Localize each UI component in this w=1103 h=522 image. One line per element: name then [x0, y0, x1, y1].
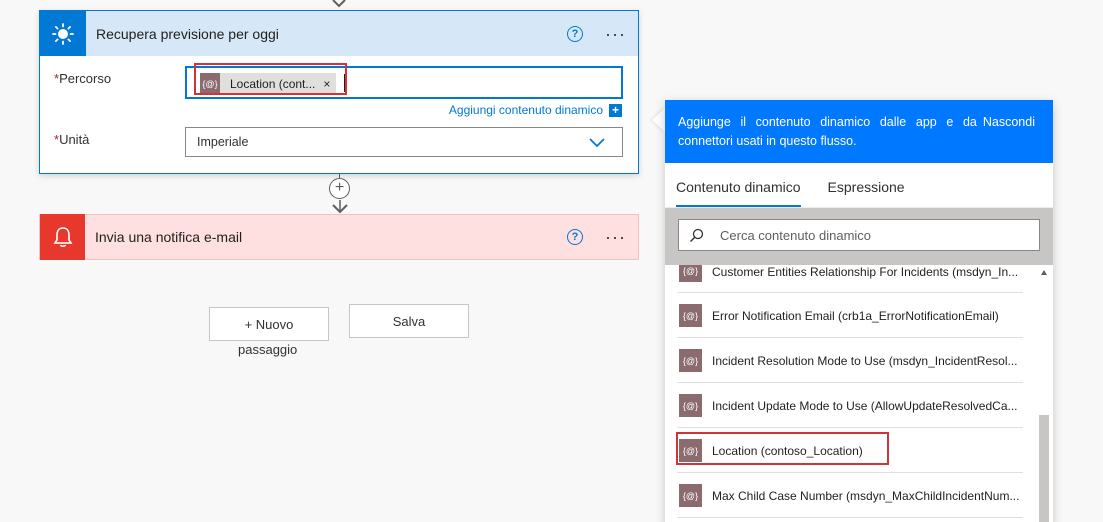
list-item-label: Incident Update Mode to Use (AllowUpdate…: [712, 398, 1018, 413]
panel-tabs: Contenuto dinamico Espressione: [665, 163, 1053, 208]
weather-card-header[interactable]: Recupera previsione per oggi ? ···: [40, 11, 638, 56]
new-step-label-second-line: passaggio: [238, 342, 298, 357]
dynamic-content-list: {@} Customer Entities Relationship For I…: [665, 265, 1037, 518]
panel-hide-link[interactable]: Nascondi: [983, 113, 1035, 132]
scroll-thumb[interactable]: [1039, 415, 1049, 522]
panel-pointer: [652, 108, 665, 132]
sun-icon: [40, 11, 86, 56]
search-placeholder: Cerca contenuto dinamico: [720, 227, 872, 243]
panel-info-banner: Nascondi Aggiunge il contenuto dinamico …: [665, 100, 1053, 163]
scroll-up-icon[interactable]: [1041, 270, 1047, 275]
dynamic-content-icon: {@}: [679, 265, 702, 282]
add-dynamic-content-link[interactable]: Aggiungi contenuto dinamico +: [449, 103, 622, 117]
highlight-box-location-item: [676, 432, 889, 465]
highlight-box-token: [194, 63, 347, 95]
help-icon[interactable]: ?: [567, 229, 584, 245]
notify-action-card[interactable]: Invia una notifica e-mail ? ···: [39, 214, 639, 260]
panel-scrollbar[interactable]: [1037, 265, 1051, 522]
path-label-text: Percorso: [59, 71, 112, 86]
tab-dynamic-content[interactable]: Contenuto dinamico: [676, 179, 801, 207]
connector-arrow-icon: [332, 0, 346, 8]
weather-action-card: Recupera previsione per oggi ? ··· *Perc…: [39, 10, 639, 174]
insert-step-plus-icon[interactable]: +: [329, 178, 350, 199]
dynamic-content-icon: {@}: [679, 304, 702, 327]
unit-label-text: Unità: [59, 132, 90, 147]
search-icon: [690, 228, 704, 242]
help-icon[interactable]: ?: [567, 25, 584, 42]
list-item-label: Incident Resolution Mode to Use (msdyn_I…: [712, 353, 1018, 368]
dynamic-content-icon: {@}: [679, 349, 702, 372]
new-step-label: + Nuovo: [244, 316, 294, 332]
panel-info-text: Aggiunge il contenuto dinamico dalle app…: [678, 115, 977, 148]
search-area: Cerca contenuto dinamico: [665, 208, 1053, 265]
new-step-button[interactable]: + Nuovo: [209, 307, 329, 341]
weather-card-title: Recupera previsione per oggi: [96, 25, 279, 42]
save-label: Salva: [392, 313, 426, 329]
list-item[interactable]: {@} Customer Entities Relationship For I…: [665, 265, 1037, 293]
dynamic-content-icon: {@}: [679, 484, 702, 507]
connector-arrow-icon: [332, 200, 348, 214]
notify-card-title: Invia una notifica e-mail: [95, 229, 243, 245]
more-options-icon[interactable]: ···: [605, 25, 626, 43]
search-input[interactable]: Cerca contenuto dinamico: [678, 219, 1040, 251]
list-item-label: Error Notification Email (crb1a_ErrorNot…: [712, 308, 999, 323]
unit-field-label: *Unità: [54, 132, 89, 147]
list-item[interactable]: {@} Max Child Case Number (msdyn_MaxChil…: [665, 473, 1037, 518]
add-dynamic-label: Aggiungi contenuto dinamico: [448, 103, 603, 117]
chevron-down-icon: [589, 138, 605, 148]
path-field-label: *Percorso: [54, 71, 111, 86]
list-item[interactable]: {@} Incident Update Mode to Use (AllowUp…: [665, 383, 1037, 428]
list-item[interactable]: {@} Incident Resolution Mode to Use (msd…: [665, 338, 1037, 383]
unit-value: Imperiale: [197, 135, 249, 149]
dynamic-content-icon: {@}: [679, 394, 702, 417]
bell-icon: [40, 214, 85, 260]
unit-select[interactable]: Imperiale: [185, 127, 623, 157]
plus-icon: +: [609, 103, 622, 117]
list-item-label: Max Child Case Number (msdyn_MaxChildInc…: [712, 488, 1020, 503]
more-options-icon[interactable]: ···: [605, 228, 626, 246]
list-item[interactable]: {@} Error Notification Email (crb1a_Erro…: [665, 293, 1037, 338]
tab-expression[interactable]: Espressione: [828, 179, 905, 207]
save-button[interactable]: Salva: [349, 304, 469, 338]
list-item-label: Customer Entities Relationship For Incid…: [712, 265, 1019, 279]
